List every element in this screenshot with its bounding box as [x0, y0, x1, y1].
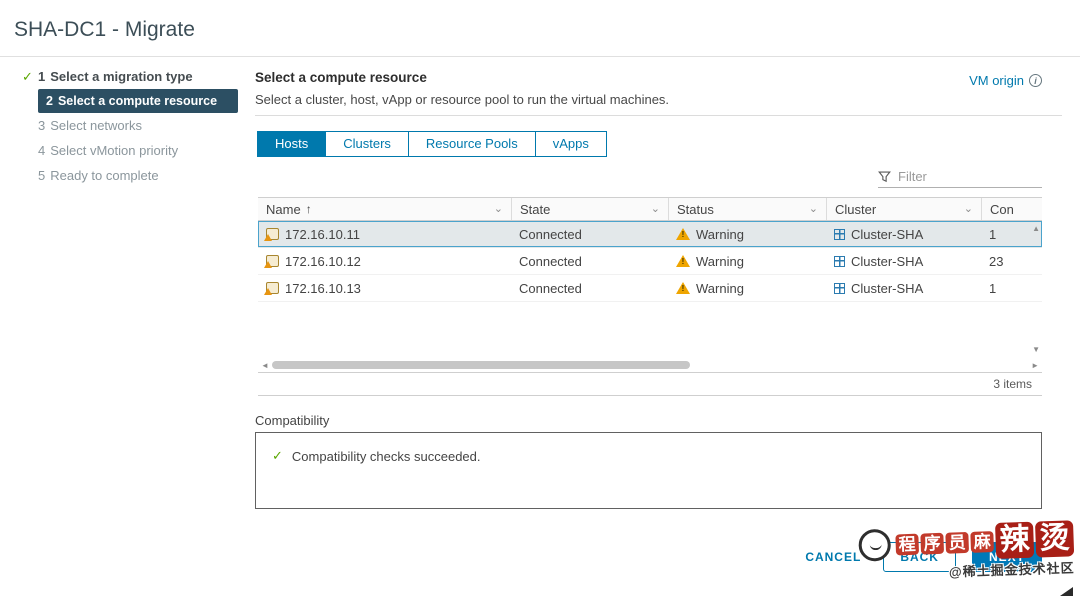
- cluster-icon: [834, 229, 845, 240]
- table-body: 172.16.10.11 Connected ! Warning Cluster…: [258, 221, 1042, 373]
- page-title: SHA-DC1 - Migrate: [14, 18, 195, 42]
- section-heading: Select a compute resource: [255, 70, 427, 85]
- horizontal-scrollbar[interactable]: ◄ ►: [258, 358, 1042, 372]
- warning-icon: !: [676, 228, 690, 240]
- wizard-step-select-compute-resource[interactable]: 2 Select a compute resource: [38, 89, 238, 113]
- table-footer: 3 items: [258, 373, 1042, 396]
- watermark: 程序员麻辣烫 @稀土掘金技术社区: [858, 520, 1075, 583]
- column-header-state[interactable]: State ⌄: [511, 198, 668, 220]
- compatibility-message-row: ✓ Compatibility checks succeeded.: [256, 433, 1041, 479]
- watermark-row: 程序员麻辣烫: [858, 520, 1074, 563]
- column-header-con[interactable]: Con: [981, 198, 1042, 220]
- table-header: Name ↑ ⌄ State ⌄ Status ⌄ Cluster ⌄ Con: [258, 197, 1042, 221]
- column-menu-chevron-icon[interactable]: ⌄: [645, 204, 660, 214]
- wizard-step-select-networks[interactable]: 3 Select networks: [0, 113, 250, 138]
- wizard-step-ready-to-complete[interactable]: 5 Ready to complete: [0, 163, 250, 188]
- vertical-scroll-up-icon[interactable]: ▲: [1032, 224, 1040, 233]
- step-label: Select a compute resource: [58, 94, 217, 108]
- vm-origin-link[interactable]: VM origin i: [969, 73, 1042, 88]
- tab-clusters[interactable]: Clusters: [325, 131, 409, 157]
- compatibility-message: Compatibility checks succeeded.: [292, 449, 481, 464]
- title-divider: [0, 56, 1080, 57]
- watermark-tiles: 程序员麻辣烫: [895, 520, 1074, 562]
- column-header-status[interactable]: Status ⌄: [668, 198, 826, 220]
- tab-resource-pools[interactable]: Resource Pools: [408, 131, 536, 157]
- scrollbar-thumb[interactable]: [272, 361, 690, 369]
- warning-icon: !: [676, 282, 690, 294]
- step-number: 2: [46, 94, 53, 108]
- step-label: Select vMotion priority: [50, 143, 178, 158]
- step-number: 5: [38, 168, 45, 183]
- step-number: 3: [38, 118, 45, 133]
- tab-hosts[interactable]: Hosts: [257, 131, 326, 157]
- resource-type-tabs: Hosts Clusters Resource Pools vApps: [258, 131, 607, 157]
- migrate-wizard-dialog: SHA-DC1 - Migrate ✓ 1 Select a migration…: [0, 0, 1080, 599]
- column-header-name[interactable]: Name ↑ ⌄: [258, 198, 511, 220]
- filter-box: [878, 166, 1042, 188]
- scroll-left-icon[interactable]: ◄: [261, 361, 269, 370]
- step-complete-check-icon: ✓: [22, 69, 38, 85]
- items-count: 3 items: [993, 377, 1032, 391]
- step-number: 4: [38, 143, 45, 158]
- column-header-cluster[interactable]: Cluster ⌄: [826, 198, 981, 220]
- host-warning-icon: [266, 228, 279, 240]
- vertical-scroll-down-icon[interactable]: ▼: [1032, 345, 1040, 354]
- host-warning-icon: [266, 282, 279, 294]
- filter-input[interactable]: [898, 169, 1042, 184]
- cluster-icon: [834, 256, 845, 267]
- cursor-arrow: [1060, 587, 1073, 596]
- section-subheading: Select a cluster, host, vApp or resource…: [255, 92, 669, 107]
- step-label: Select a migration type: [50, 69, 192, 84]
- warning-icon: !: [676, 255, 690, 267]
- cancel-button[interactable]: CANCEL: [799, 542, 867, 572]
- vm-origin-label: VM origin: [969, 73, 1024, 88]
- cluster-icon: [834, 283, 845, 294]
- table-row[interactable]: 172.16.10.12 Connected ! Warning Cluster…: [258, 248, 1042, 275]
- header-divider: [255, 115, 1062, 116]
- hosts-table: Name ↑ ⌄ State ⌄ Status ⌄ Cluster ⌄ Con: [258, 197, 1042, 396]
- column-menu-chevron-icon[interactable]: ⌄: [488, 204, 503, 214]
- success-check-icon: ✓: [272, 448, 283, 464]
- compatibility-panel: ✓ Compatibility checks succeeded.: [255, 432, 1042, 509]
- step-label: Select networks: [50, 118, 142, 133]
- tab-vapps[interactable]: vApps: [535, 131, 607, 157]
- column-menu-chevron-icon[interactable]: ⌄: [803, 204, 818, 214]
- step-label: Ready to complete: [50, 168, 158, 183]
- table-row[interactable]: 172.16.10.11 Connected ! Warning Cluster…: [258, 221, 1042, 248]
- wizard-steps-sidebar: ✓ 1 Select a migration type 2 Select a c…: [0, 64, 250, 188]
- table-row[interactable]: 172.16.10.13 Connected ! Warning Cluster…: [258, 275, 1042, 302]
- watermark-logo-icon: [858, 529, 891, 562]
- wizard-step-select-vmotion-priority[interactable]: 4 Select vMotion priority: [0, 138, 250, 163]
- sort-asc-icon: ↑: [306, 202, 312, 216]
- filter-icon: [878, 170, 891, 183]
- scroll-right-icon[interactable]: ►: [1031, 361, 1039, 370]
- wizard-step-select-migration-type[interactable]: ✓ 1 Select a migration type: [0, 64, 250, 89]
- step-number: 1: [38, 69, 45, 84]
- compatibility-label: Compatibility: [255, 413, 329, 428]
- host-warning-icon: [266, 255, 279, 267]
- column-menu-chevron-icon[interactable]: ⌄: [958, 204, 973, 214]
- info-icon[interactable]: i: [1029, 74, 1042, 87]
